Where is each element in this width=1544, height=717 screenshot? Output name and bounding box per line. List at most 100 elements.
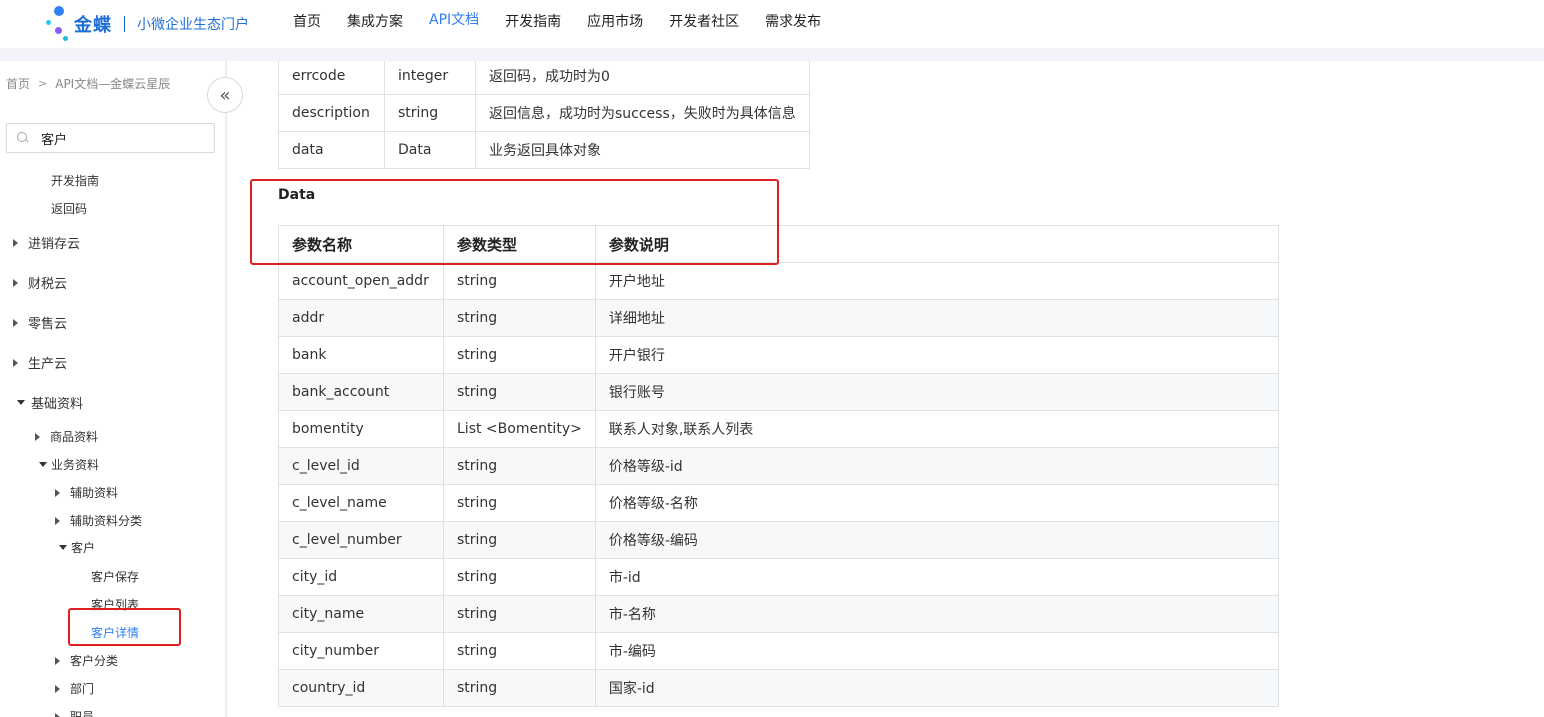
tree-item-aux-category[interactable]: 辅助资料分类 xyxy=(55,512,142,529)
search-input[interactable] xyxy=(41,130,211,146)
cell-param-desc: 价格等级-编码 xyxy=(594,521,1280,559)
cell-field-type: string xyxy=(384,94,476,132)
caret-right-icon xyxy=(13,238,18,247)
tree-item-tax-cloud[interactable]: 财税云 xyxy=(13,273,67,292)
caret-right-icon xyxy=(55,656,60,665)
cell-param-type: string xyxy=(443,595,596,633)
cell-param-name: account_open_addr xyxy=(278,262,444,300)
logo-subtitle: 小微企业生态门户 xyxy=(137,17,249,33)
tree-item-label: 开发指南 xyxy=(51,174,100,188)
cell-param-desc: 市-名称 xyxy=(594,595,1280,633)
tree-item-label: 客户分类 xyxy=(70,654,119,668)
nav-item-home[interactable]: 首页 xyxy=(280,0,334,48)
nav-item-solutions[interactable]: 集成方案 xyxy=(334,0,416,48)
cell-param-type: string xyxy=(443,632,596,670)
cell-field-name: description xyxy=(278,94,385,132)
cell-param-name: city_name xyxy=(278,595,444,633)
data-params-table: 参数名称 参数类型 参数说明 account_open_addr string 开户… xyxy=(278,225,1280,707)
header-param-desc: 参数说明 xyxy=(594,225,1280,263)
table-row: city_name string 市-名称 xyxy=(278,595,1280,633)
table-row: description string 返回信息，成功时为success，失败时为具体… xyxy=(278,94,810,132)
nav-item-dev-guide[interactable]: 开发指南 xyxy=(492,0,574,48)
tree-item-customer-list[interactable]: 客户列表 xyxy=(91,596,139,613)
tree-item-basic-data[interactable]: 基础资料 xyxy=(17,393,83,412)
table-row: addr string 详细地址 xyxy=(278,299,1280,337)
tree-item-employee[interactable]: 职员 xyxy=(55,708,94,717)
caret-right-icon xyxy=(55,488,60,497)
cell-field-name: data xyxy=(278,131,385,169)
tree-item-retail-cloud[interactable]: 零售云 xyxy=(13,313,67,332)
cell-param-name: c_level_id xyxy=(278,447,444,485)
logo-brand-text: 金蝶 xyxy=(74,15,112,36)
cell-param-name: bomentity xyxy=(278,410,444,448)
table-row: country_id string 国家-id xyxy=(278,669,1280,707)
cell-param-name: bank xyxy=(278,336,444,374)
tree-item-label: 业务资料 xyxy=(51,458,100,472)
tree-item-customer[interactable]: 客户 xyxy=(59,539,95,556)
tree-item-return-codes[interactable]: 返回码 xyxy=(51,200,87,217)
table-row: c_level_number string 价格等级-编码 xyxy=(278,521,1280,559)
response-table: errcode integer 返回码，成功时为0 description string… xyxy=(278,61,810,169)
sidebar: 首页 > API文档—金蝶云星辰 开发指南 返回码 进销存云 财税云 零售云 生… xyxy=(0,61,227,717)
tree-item-label: 零售云 xyxy=(28,317,68,332)
cell-param-type: string xyxy=(443,669,596,707)
caret-right-icon xyxy=(13,278,18,287)
cell-param-name: country_id xyxy=(278,669,444,707)
caret-down-icon xyxy=(59,545,67,550)
main-nav: 首页 集成方案 API文档 开发指南 应用市场 开发者社区 需求发布 xyxy=(280,0,834,48)
cell-param-type: string xyxy=(443,262,596,300)
cell-param-type: string xyxy=(443,373,596,411)
tree-item-aux-data[interactable]: 辅助资料 xyxy=(55,484,118,501)
cell-field-desc: 返回信息，成功时为success，失败时为具体信息 xyxy=(475,94,810,132)
tree-item-customer-save[interactable]: 客户保存 xyxy=(91,568,139,585)
caret-right-icon xyxy=(13,318,18,327)
nav-item-api-docs[interactable]: API文档 xyxy=(416,0,492,48)
cell-param-name: addr xyxy=(278,299,444,337)
logo-divider xyxy=(124,16,125,32)
caret-down-icon xyxy=(39,462,47,467)
cell-param-type: string xyxy=(443,558,596,596)
caret-right-icon xyxy=(13,358,18,367)
table-row: errcode integer 返回码，成功时为0 xyxy=(278,61,810,95)
top-navbar: 金蝶 小微企业生态门户 首页 集成方案 API文档 开发指南 应用市场 开发者社… xyxy=(0,0,1544,48)
caret-right-icon xyxy=(55,516,60,525)
tree-item-label: 商品资料 xyxy=(50,430,99,444)
table-header-row: 参数名称 参数类型 参数说明 xyxy=(278,225,1280,263)
breadcrumb-home[interactable]: 首页 xyxy=(6,75,30,92)
tree-item-production-cloud[interactable]: 生产云 xyxy=(13,353,67,372)
tree-item-department[interactable]: 部门 xyxy=(55,680,94,697)
cell-param-desc: 开户地址 xyxy=(594,262,1280,300)
tree-item-label: 基础资料 xyxy=(31,397,84,412)
cell-param-type: string xyxy=(443,521,596,559)
search-box[interactable] xyxy=(6,123,215,153)
cell-param-desc: 价格等级-id xyxy=(594,447,1280,485)
cell-param-desc: 国家-id xyxy=(594,669,1280,707)
caret-right-icon xyxy=(35,432,40,441)
nav-item-requirements[interactable]: 需求发布 xyxy=(752,0,834,48)
double-chevron-left-icon: « xyxy=(219,84,231,106)
table-row: c_level_name string 价格等级-名称 xyxy=(278,484,1280,522)
tree-item-label: 客户详情 xyxy=(91,626,140,640)
tree-item-customer-detail[interactable]: 客户详情 xyxy=(91,624,139,641)
tree-item-label: 返回码 xyxy=(51,202,88,216)
cell-param-name: c_level_name xyxy=(278,484,444,522)
collapse-sidebar-button[interactable]: « xyxy=(207,77,243,113)
tree-item-jxc-cloud[interactable]: 进销存云 xyxy=(13,233,80,252)
tree-item-label: 职员 xyxy=(70,710,95,717)
caret-down-icon xyxy=(17,400,25,405)
breadcrumb-current[interactable]: API文档—金蝶云星辰 xyxy=(55,75,170,92)
tree-item-product-data[interactable]: 商品资料 xyxy=(35,428,98,445)
breadcrumb: 首页 > API文档—金蝶云星辰 xyxy=(6,75,170,92)
tree-item-business-data[interactable]: 业务资料 xyxy=(39,456,99,473)
search-icon xyxy=(17,132,29,144)
main-content: errcode integer 返回码，成功时为0 description string… xyxy=(229,61,1544,717)
nav-item-app-market[interactable]: 应用市场 xyxy=(574,0,656,48)
cell-param-name: city_id xyxy=(278,558,444,596)
cell-param-desc: 详细地址 xyxy=(594,299,1280,337)
tree-item-customer-category[interactable]: 客户分类 xyxy=(55,652,118,669)
kingdee-logo[interactable]: 金蝶 小微企业生态门户 xyxy=(44,4,249,44)
nav-item-community[interactable]: 开发者社区 xyxy=(656,0,752,48)
cell-param-type: List <Bomentity> xyxy=(443,410,596,448)
header-param-type: 参数类型 xyxy=(443,225,596,263)
tree-item-dev-guide[interactable]: 开发指南 xyxy=(51,172,99,189)
